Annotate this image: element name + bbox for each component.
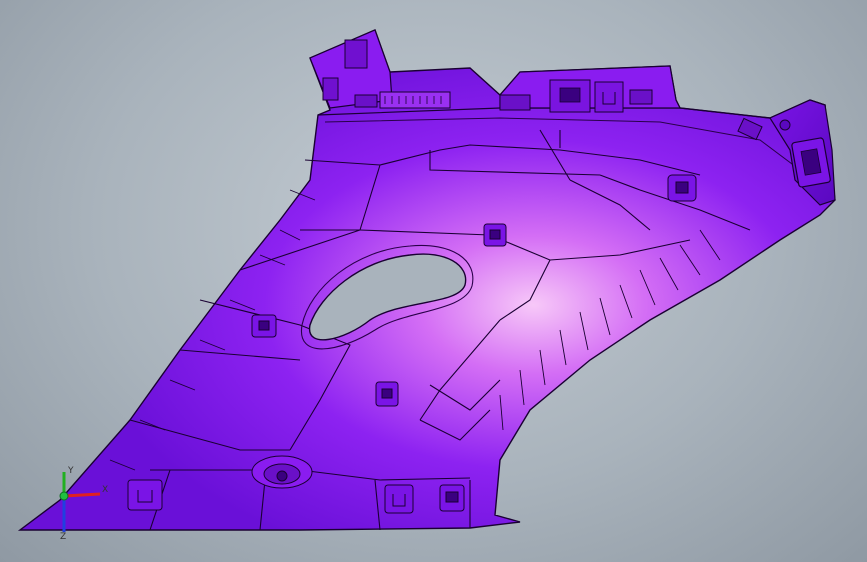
cad-model[interactable] [0,0,867,562]
triad-y-label: Y [68,466,74,476]
triad-origin [59,491,69,501]
triad-x-label: X [102,485,109,495]
clip-slot-a [354,94,378,108]
coordinate-triad: X Y Z [40,466,120,550]
triad-svg [59,472,101,532]
clip-slot-b [499,94,531,111]
tab-left-slot2 [322,77,339,101]
connector-block [379,91,451,109]
triad-z-label: Z [60,532,67,542]
graphics-viewport[interactable]: X Y Z [0,0,867,562]
corner-hole [779,119,791,131]
clip-slot-c [629,89,653,105]
clip-box-b [594,81,624,113]
tab-left-slot [344,39,368,69]
triad-x-axis [63,492,101,498]
